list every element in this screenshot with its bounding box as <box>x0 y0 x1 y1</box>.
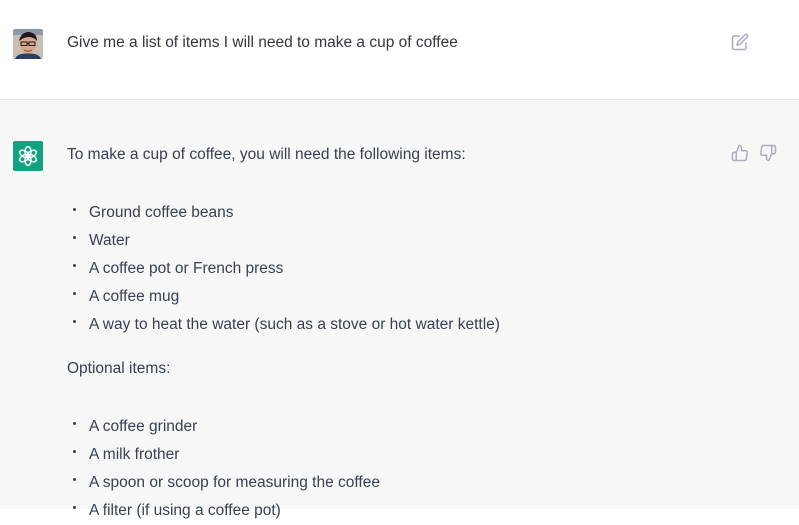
list-item: Water <box>67 227 707 255</box>
thumbs-up-icon <box>731 144 748 162</box>
bullet <box>73 292 76 295</box>
assistant-message-content: To make a cup of coffee, you will need t… <box>67 145 707 525</box>
bullet <box>73 422 76 425</box>
openai-logo-icon <box>18 145 38 167</box>
bullet <box>73 478 76 481</box>
list-item: A milk frother <box>67 441 707 469</box>
list-item: A spoon or scoop for measuring the coffe… <box>67 469 707 497</box>
bullet <box>73 264 76 267</box>
list-item: Ground coffee beans <box>67 199 707 227</box>
list-item-text: Ground coffee beans <box>89 204 234 221</box>
user-avatar <box>13 29 43 59</box>
bullet <box>73 450 76 453</box>
user-message-row: Give me a list of items I will need to m… <box>0 0 799 100</box>
list-item: A coffee grinder <box>67 413 707 441</box>
thumbs-down-button[interactable] <box>759 144 777 162</box>
list-item: A coffee mug <box>67 283 707 311</box>
bullet <box>73 208 76 211</box>
list-item-text: A milk frother <box>89 446 180 463</box>
list-item-text: A coffee mug <box>89 288 180 305</box>
list-item-text: A coffee grinder <box>89 418 198 435</box>
list-item-text: A spoon or scoop for measuring the coffe… <box>89 474 380 491</box>
list-item: A filter (if using a coffee pot) <box>67 497 707 525</box>
list-item-text: A way to heat the water (such as a stove… <box>89 316 500 333</box>
list-item: A way to heat the water (such as a stove… <box>67 311 707 339</box>
bullet <box>73 320 76 323</box>
optional-items-list: A coffee grinder A milk frother A spoon … <box>67 413 707 525</box>
optional-heading: Optional items: <box>67 360 171 377</box>
edit-icon <box>731 33 749 51</box>
bot-avatar <box>13 141 43 171</box>
bullet <box>73 236 76 239</box>
thumbs-down-icon <box>760 144 777 162</box>
user-message-text: Give me a list of items I will need to m… <box>67 34 458 51</box>
user-photo-icon <box>13 29 43 59</box>
required-items-list: Ground coffee beans Water A coffee pot o… <box>67 199 707 339</box>
list-item-text: A filter (if using a coffee pot) <box>89 502 281 519</box>
assistant-intro: To make a cup of coffee, you will need t… <box>67 146 466 163</box>
list-item-text: A coffee pot or French press <box>89 260 284 277</box>
assistant-message-row: To make a cup of coffee, you will need t… <box>0 100 799 519</box>
list-item-text: Water <box>89 232 130 249</box>
thumbs-up-button[interactable] <box>731 144 749 162</box>
edit-button[interactable] <box>731 33 749 51</box>
list-item: A coffee pot or French press <box>67 255 707 283</box>
